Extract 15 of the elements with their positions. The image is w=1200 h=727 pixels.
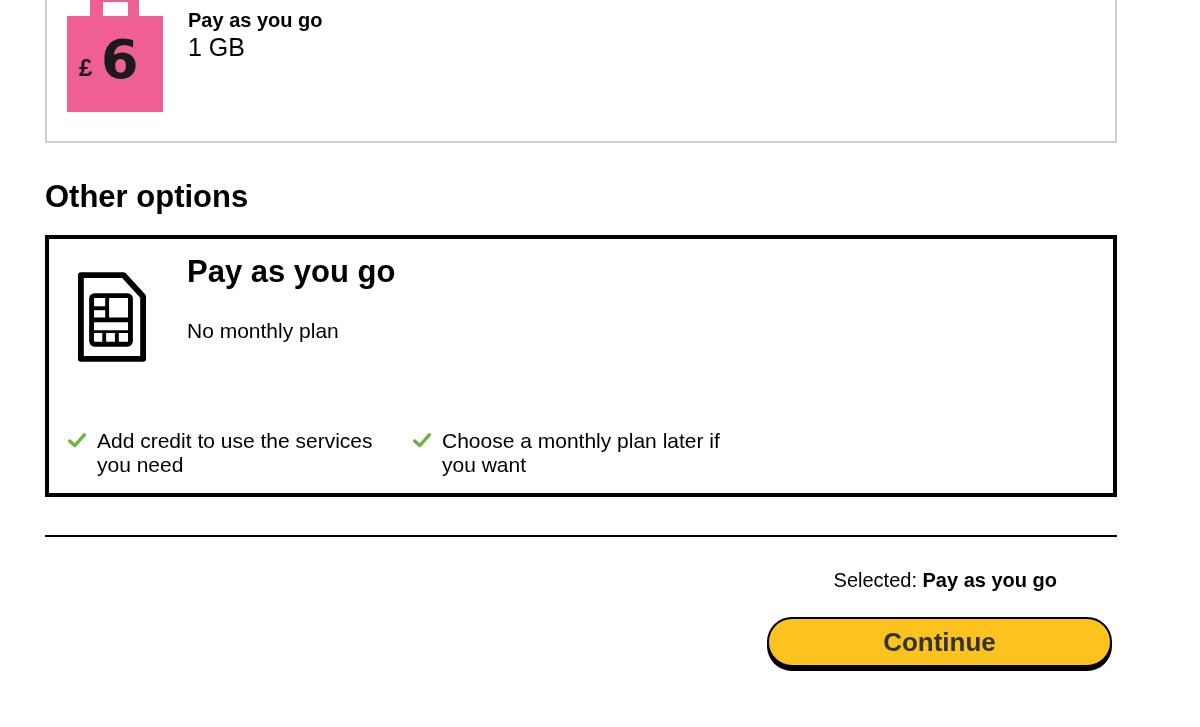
selected-summary: Selected: Pay as you go: [833, 569, 1057, 591]
option-subtitle: No monthly plan: [187, 318, 340, 344]
price-amount: 6: [101, 33, 139, 87]
feature-text: Add credit to use the services you need: [97, 429, 374, 477]
sim-card-icon: [77, 271, 147, 363]
option-title: Pay as you go: [187, 254, 396, 290]
check-icon: [413, 433, 431, 448]
section-heading: Other options: [45, 179, 250, 215]
plan-allowance: 1 GB: [188, 32, 246, 62]
check-icon: [68, 433, 86, 448]
price-currency: £: [79, 56, 93, 80]
feature-text: Choose a monthly plan later if you want: [442, 429, 721, 477]
plan-title: Pay as you go: [188, 8, 323, 32]
shopping-bag-icon: [67, 0, 163, 112]
option-card[interactable]: Pay as you go No monthly plan Add credit to use the services you need Choose a monthly plan later if you want: [45, 235, 1117, 497]
